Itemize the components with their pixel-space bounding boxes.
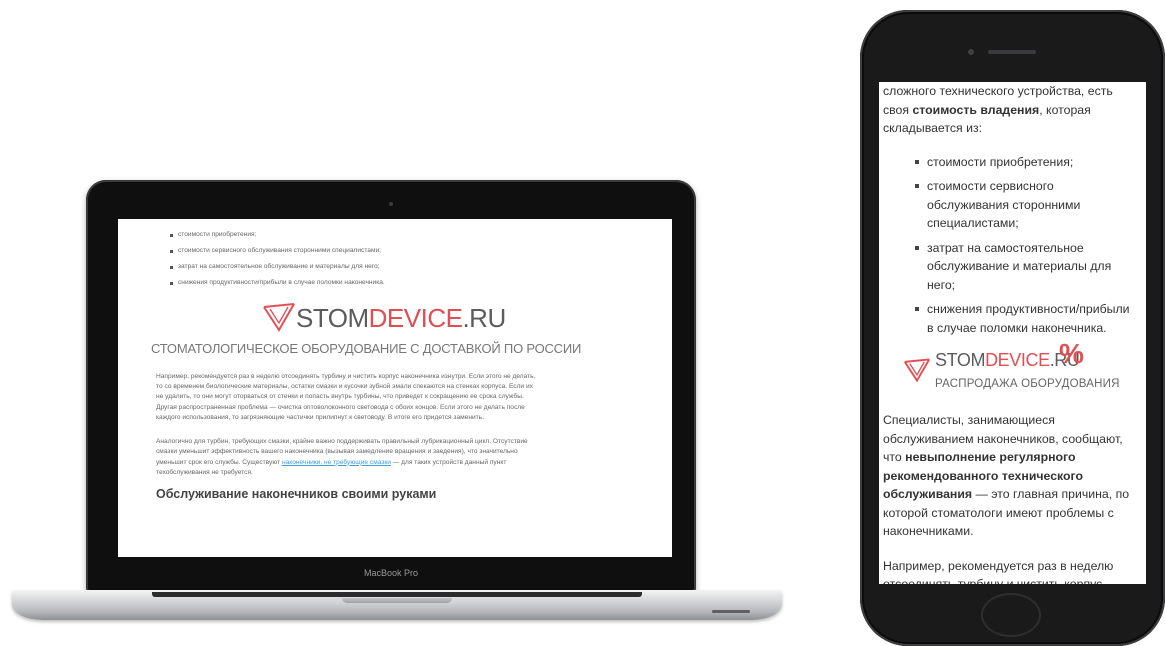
article-paragraph: Например, рекомендуется раз в неделю отс… — [156, 373, 536, 421]
article-paragraph: Аналогично для турбин, требующих смазки,… — [156, 437, 536, 478]
logo-mark-icon — [263, 303, 295, 332]
intro-paragraph: сложного технического устройства, есть с… — [879, 82, 1146, 138]
laptop-slot — [712, 610, 750, 613]
list-item: стоимости сервисного обслуживания сторон… — [170, 247, 672, 254]
list-item: стоимости сервисного обслуживания сторон… — [915, 177, 1135, 233]
list-item: стоимости приобретения; — [915, 153, 1135, 172]
laptop-base — [12, 590, 782, 620]
laptop-hinge — [152, 592, 642, 597]
logo-mark-icon — [903, 358, 931, 383]
logo-text-ru: .RU — [462, 303, 506, 333]
laptop-mockup: стоимости приобретения; стоимости сервис… — [0, 0, 800, 646]
banner-subtitle: РАСПРОДАЖА ОБОРУДОВАНИЯ — [935, 378, 1120, 390]
bold-text: стоимость владения — [912, 102, 1040, 117]
logo-text-device: DEVICE — [368, 303, 463, 333]
tagline: СТОМАТОЛОГИЧЕСКОЕ ОБОРУДОВАНИЕ С ДОСТАВК… — [151, 341, 582, 356]
laptop-brand-label: MacBook Pro — [363, 568, 419, 578]
list-item: затрат на самостоятельное обслуживание и… — [170, 263, 672, 270]
laptop-bullet-list: стоимости приобретения; стоимости сервис… — [118, 219, 672, 286]
stomdevice-logo: STOMDEVICE.RU — [118, 295, 672, 335]
laptop-camera — [389, 202, 393, 206]
list-item: затрат на самостоятельное обслуживание и… — [915, 239, 1135, 295]
phone-camera — [968, 49, 974, 55]
phone-mockup: сложного технического устройства, есть с… — [860, 10, 1165, 646]
laptop-lid: стоимости приобретения; стоимости сервис… — [86, 180, 696, 592]
list-item: снижения продуктивности/прибыли в случае… — [915, 300, 1135, 337]
section-heading: Обслуживание наконечников своими руками — [156, 486, 437, 501]
percent-icon: % — [1059, 338, 1084, 369]
phone-speaker — [988, 50, 1036, 54]
laptop-screen: стоимости приобретения; стоимости сервис… — [118, 219, 672, 557]
no-lubrication-handpieces-link[interactable]: наконечники, не требующие смазки — [282, 459, 391, 466]
article-paragraph: Специалисты, занимающиеся обслуживанием … — [879, 411, 1146, 541]
phone-bullet-list: стоимости приобретения; стоимости сервис… — [879, 153, 1146, 338]
logo-text-device: DEVICE — [985, 350, 1050, 370]
list-item: стоимости приобретения; — [170, 231, 672, 238]
laptop-notch — [342, 598, 452, 603]
list-item: снижения продуктивности/прибыли в случае… — [170, 279, 672, 286]
sale-banner[interactable]: STOMDEVICE.RU % РАСПРОДАЖА ОБОРУДОВАНИЯ — [879, 338, 1146, 401]
logo-text-stom: STOM — [935, 350, 986, 370]
home-button[interactable] — [981, 593, 1041, 637]
phone-screen: сложного технического устройства, есть с… — [879, 82, 1146, 584]
logo-text-stom: STOM — [296, 303, 369, 333]
article-paragraph: Например, рекомендуется раз в неделю отс… — [883, 558, 1114, 585]
